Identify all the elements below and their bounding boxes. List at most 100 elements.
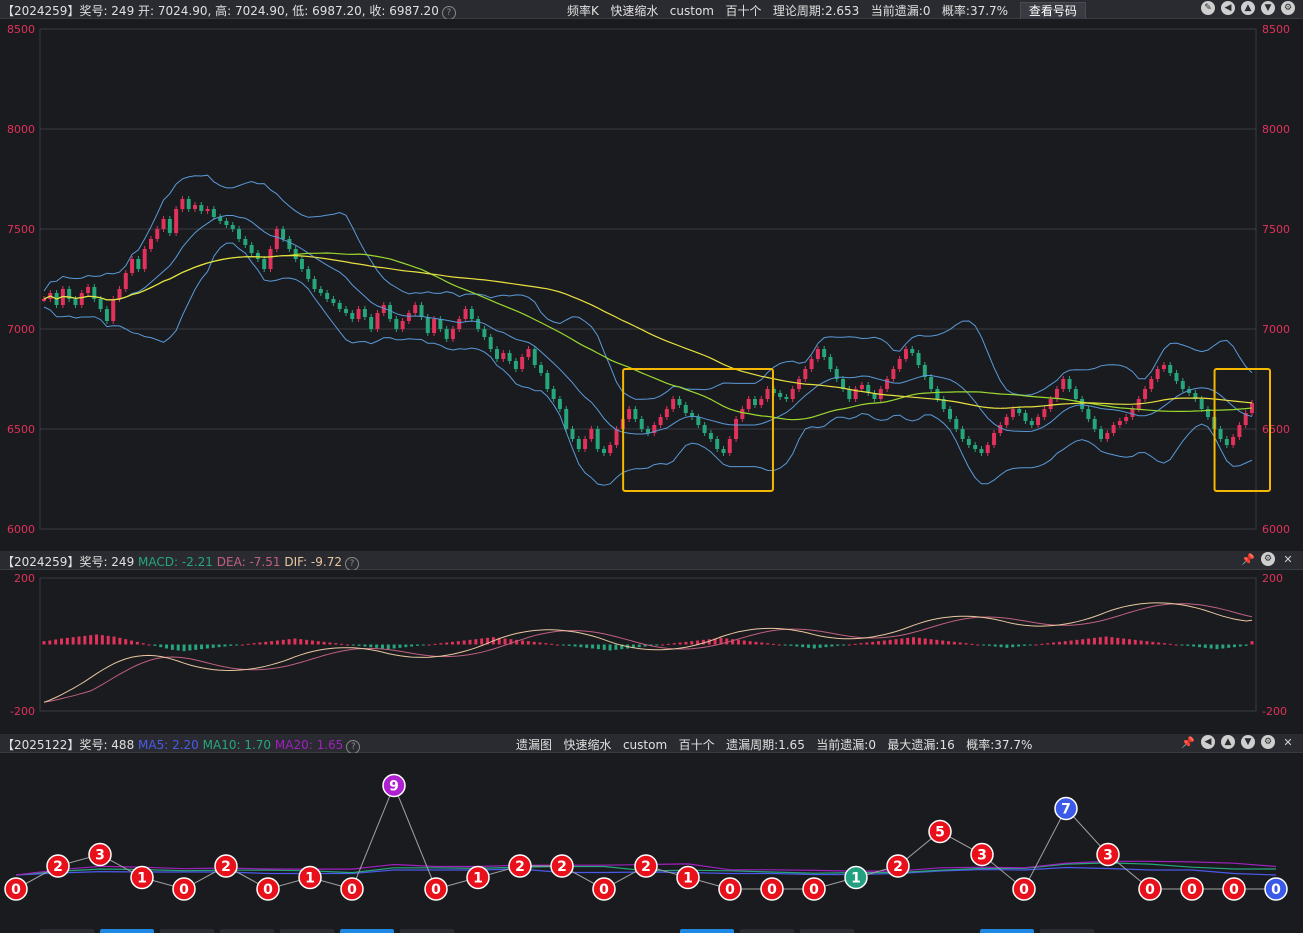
tab[interactable] <box>220 929 274 933</box>
edit-icon[interactable]: ✎ <box>1201 1 1215 15</box>
boll-mid-line <box>43 215 1253 435</box>
candle <box>495 349 499 359</box>
tab[interactable] <box>740 929 794 933</box>
view-numbers-button[interactable]: 查看号码 <box>1019 2 1086 20</box>
y-tick-label-right: 8500 <box>1262 23 1290 36</box>
candle <box>1130 409 1135 417</box>
tab[interactable] <box>400 929 454 933</box>
candle <box>1092 419 1097 429</box>
macd-hist-bar <box>929 639 933 645</box>
macd-y-tick-left: -200 <box>10 705 35 718</box>
candle <box>752 399 757 405</box>
candle <box>306 269 311 279</box>
macd-hist-bar <box>1092 637 1096 645</box>
label-theory-period: 理论周期:2.653 <box>772 4 860 18</box>
macd-hist-bar <box>1075 639 1079 645</box>
up-icon[interactable]: ▲ <box>1221 735 1235 749</box>
settings-icon[interactable]: ⚙ <box>1261 552 1275 566</box>
macd-hist-bar <box>60 638 64 645</box>
back-icon[interactable]: ◀ <box>1221 1 1235 15</box>
macd-hist-bar <box>433 643 437 645</box>
tab-active[interactable] <box>980 929 1034 933</box>
candle <box>916 353 921 365</box>
macd-hist-bar <box>468 639 472 645</box>
candle <box>658 417 663 425</box>
candle <box>79 293 84 305</box>
candle <box>1168 365 1173 373</box>
macd-hist-bar <box>1221 644 1225 649</box>
y-tick-label-right: 6500 <box>1262 423 1290 436</box>
candle <box>1099 429 1103 439</box>
omit-chart[interactable]: 0 2 3 1 0 2 0 1 0 9 0 1 2 2 0 2 1 0 0 0 1 2 5 3 0 7 3 0 0 0 0 <box>0 753 1303 925</box>
down-icon[interactable]: ▼ <box>1241 735 1255 749</box>
candle <box>167 219 172 233</box>
up-icon[interactable]: ▲ <box>1241 1 1255 15</box>
close-icon[interactable]: ✕ <box>1281 735 1295 749</box>
candle <box>400 321 405 329</box>
tab-active[interactable] <box>340 929 394 933</box>
macd-hist-bar <box>264 641 268 645</box>
macd-hist-bar <box>1011 644 1015 648</box>
macd-hist-bar <box>270 641 274 645</box>
macd-hist-bar <box>982 644 986 646</box>
tab-active[interactable] <box>100 929 154 933</box>
macd-hist-bar <box>95 634 99 645</box>
dif-line <box>43 602 1253 703</box>
omit-point-label: 2 <box>557 859 567 875</box>
close-icon[interactable]: ✕ <box>1281 552 1295 566</box>
macd-hist-bar <box>532 641 536 645</box>
tab[interactable] <box>160 929 214 933</box>
macd-hist-bar <box>882 640 886 645</box>
macd-hist-bar <box>736 639 740 645</box>
candle <box>325 293 330 299</box>
macd-hist-bar <box>392 644 396 649</box>
candle <box>463 309 468 319</box>
candle <box>715 439 720 449</box>
candle <box>589 429 594 439</box>
macd-hist-bar <box>795 644 799 647</box>
macd-hist-bar <box>1098 637 1102 645</box>
candle <box>1105 433 1110 439</box>
candle <box>1054 389 1059 399</box>
help-icon[interactable]: ? <box>441 6 456 20</box>
candle <box>847 389 852 399</box>
candle <box>344 309 348 313</box>
candle <box>1080 399 1085 409</box>
settings-icon[interactable]: ⚙ <box>1281 1 1295 15</box>
macd-hist-bar <box>124 639 128 645</box>
help-icon[interactable]: ? <box>346 740 361 754</box>
omit-point-label: 2 <box>221 859 231 875</box>
candle <box>1048 399 1053 409</box>
tab-active[interactable] <box>680 929 734 933</box>
down-icon[interactable]: ▼ <box>1261 1 1275 15</box>
macd-hist-bar <box>310 640 314 645</box>
candle <box>897 359 902 369</box>
macd-chart[interactable]: 200 200 -200 -200 <box>0 570 1303 730</box>
omit-point-label: 9 <box>389 779 399 795</box>
settings-icon[interactable]: ⚙ <box>1261 735 1275 749</box>
pin-icon[interactable]: 📌 <box>1181 735 1195 749</box>
macd-hist-bar <box>194 644 198 650</box>
candle <box>583 439 588 449</box>
bottom-tab-strip <box>0 926 1303 933</box>
candle <box>1161 365 1166 369</box>
candle <box>98 299 103 309</box>
tab[interactable] <box>1040 929 1094 933</box>
tab[interactable] <box>280 929 334 933</box>
candle <box>664 409 669 417</box>
ma5-value: MA5: 2.20 <box>138 738 199 752</box>
candle <box>111 299 116 321</box>
tab[interactable] <box>800 929 854 933</box>
candle <box>1010 409 1015 417</box>
pin-icon[interactable]: 📌 <box>1241 552 1255 566</box>
candle-chart[interactable]: 8500 8500 8000 8000 7500 7500 7000 7000 6500 6500… <box>0 19 1303 548</box>
candle <box>1218 429 1223 439</box>
macd-hist-bar <box>935 639 939 645</box>
back-icon[interactable]: ◀ <box>1201 735 1215 749</box>
macd-hist-bar <box>1139 640 1143 645</box>
candle <box>444 329 449 339</box>
macd-hist-bar <box>1034 644 1038 646</box>
omit-point-label: 2 <box>53 859 63 875</box>
help-icon[interactable]: ? <box>344 557 359 571</box>
tab[interactable] <box>40 929 94 933</box>
